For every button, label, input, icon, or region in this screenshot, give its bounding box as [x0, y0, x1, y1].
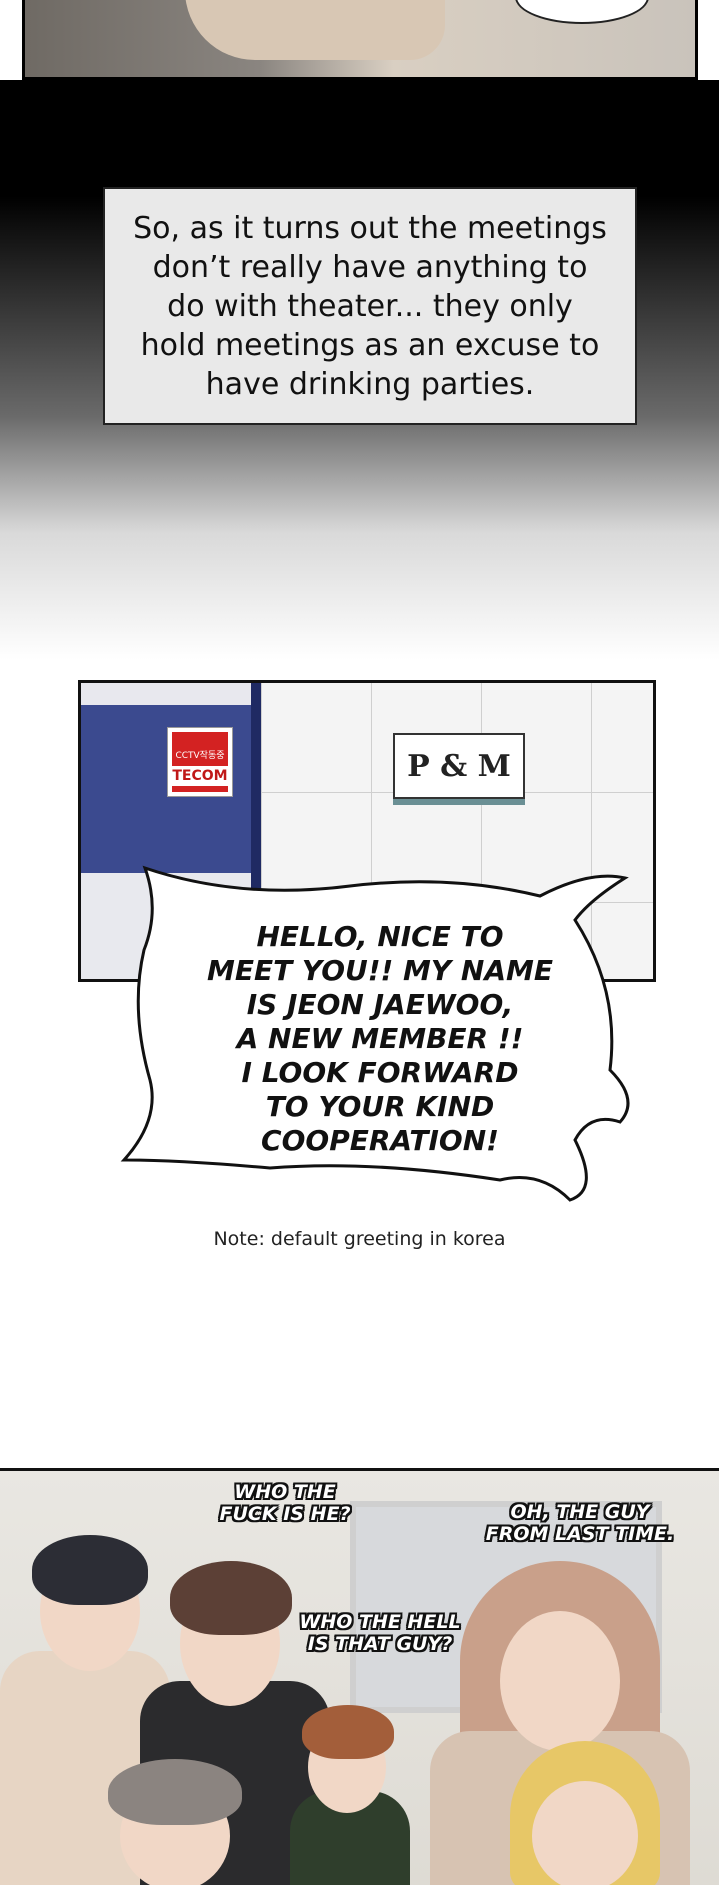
character-blonde-woman: [500, 1741, 670, 1885]
character-face: [500, 1611, 620, 1751]
sfx-guy-from-last-time: OH, THE GUY FROM LAST TIME.: [485, 1501, 675, 1545]
character-hair: [170, 1561, 292, 1635]
translator-note: Note: default greeting in korea: [213, 1228, 506, 1250]
cctv-sticker-stripe: [172, 786, 228, 792]
character-grey-hair-woman: [80, 1751, 270, 1885]
character-face: [532, 1781, 638, 1885]
character-hair: [32, 1535, 148, 1605]
sfx-who-the-hell: WHO THE HELL IS THAT GUY?: [299, 1611, 461, 1655]
character-hair-fragment: [185, 0, 445, 60]
group-panel: WHO THE FUCK IS HE? OH, THE GUY FROM LAS…: [0, 1468, 719, 1885]
greeting-speech-bubble: HELLO, NICE TO MEET YOU!! MY NAME IS JEO…: [120, 860, 640, 1212]
door-frame-top: [81, 683, 251, 705]
narration-box: So, as it turns out the meetings don’t r…: [103, 187, 637, 425]
cctv-label: CCTV작동중: [175, 751, 225, 761]
sfx-who-the-fuck: WHO THE FUCK IS HE?: [219, 1481, 351, 1525]
narration-text: So, as it turns out the meetings don’t r…: [133, 210, 607, 402]
club-sign-base: [393, 799, 525, 805]
character-glasses-boy: [290, 1691, 410, 1885]
club-sign-text: P & M: [407, 748, 511, 784]
club-sign: P & M: [393, 733, 525, 799]
cctv-sticker: CCTV작동중 TECOM: [167, 727, 233, 797]
cctv-brand: TECOM: [172, 768, 228, 784]
greeting-text: HELLO, NICE TO MEET YOU!! MY NAME IS JEO…: [206, 920, 554, 1157]
character-hair: [302, 1705, 394, 1759]
speech-bubble-fragment: [515, 0, 649, 24]
character-hair: [108, 1759, 242, 1825]
top-panel-fragment: [22, 0, 698, 80]
